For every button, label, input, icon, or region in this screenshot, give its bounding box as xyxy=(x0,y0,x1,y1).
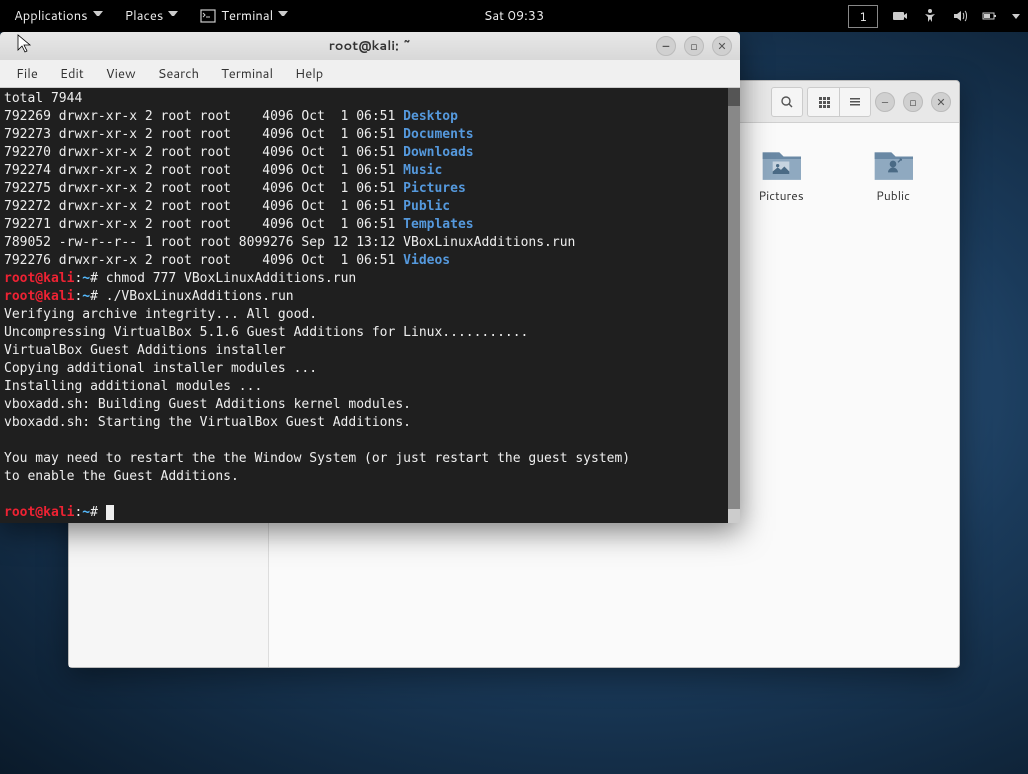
top-panel: Applications Places Terminal Sat 09:33 1 xyxy=(0,0,1028,32)
terminal-scrollbar[interactable] xyxy=(728,88,740,523)
terminal-window-controls: – ▫ ✕ xyxy=(656,36,732,56)
panel-left: Applications Places Terminal xyxy=(8,3,294,29)
applications-label: Applications xyxy=(14,7,88,25)
terminal-icon xyxy=(200,8,216,24)
view-menu-button[interactable] xyxy=(839,87,871,117)
places-menu[interactable]: Places xyxy=(119,3,185,29)
terminal-content[interactable]: total 7944 792269 drwxr-xr-x 2 root root… xyxy=(0,88,740,523)
camera-icon[interactable] xyxy=(892,8,908,24)
scrollbar-up[interactable] xyxy=(728,88,740,106)
folder-label: Public xyxy=(876,189,910,203)
terminal-taskbar-item[interactable]: Terminal xyxy=(194,3,294,29)
view-grid-button[interactable] xyxy=(807,87,839,117)
menu-help[interactable]: Help xyxy=(285,61,333,87)
clock[interactable]: Sat 09:33 xyxy=(484,7,545,25)
search-button[interactable] xyxy=(771,87,803,117)
terminal-title: root@kali: ~ xyxy=(329,37,411,55)
chevron-down-icon xyxy=(278,11,288,21)
applications-menu[interactable]: Applications xyxy=(8,3,109,29)
menu-search[interactable]: Search xyxy=(148,61,209,87)
chevron-down-icon[interactable] xyxy=(1012,14,1020,19)
panel-right: 1 xyxy=(848,5,1020,28)
terminal-titlebar[interactable]: root@kali: ~ – ▫ ✕ xyxy=(0,32,740,60)
chevron-down-icon xyxy=(93,11,103,21)
public-icon xyxy=(867,143,919,185)
menu-edit[interactable]: Edit xyxy=(50,61,94,87)
folder-item-public[interactable]: Public xyxy=(839,143,947,238)
workspace-indicator[interactable]: 1 xyxy=(848,5,878,28)
mouse-cursor-icon xyxy=(17,34,33,59)
terminal-cursor xyxy=(106,505,114,520)
menu-view[interactable]: View xyxy=(96,61,146,87)
view-group xyxy=(807,87,871,117)
terminal-label: Terminal xyxy=(221,7,273,25)
minimize-button[interactable]: – xyxy=(875,92,895,112)
close-button[interactable]: ✕ xyxy=(712,36,732,56)
files-window-controls: – ▫ ✕ xyxy=(875,92,951,112)
pictures-icon xyxy=(755,143,807,185)
accessibility-icon[interactable] xyxy=(922,8,938,24)
scrollbar-down[interactable] xyxy=(728,509,740,523)
places-label: Places xyxy=(125,7,164,25)
folder-item-pictures[interactable]: Pictures xyxy=(727,143,835,238)
chevron-down-icon xyxy=(168,11,178,21)
minimize-button[interactable]: – xyxy=(656,36,676,56)
terminal-window: root@kali: ~ – ▫ ✕ FileEditViewSearchTer… xyxy=(0,32,740,523)
maximize-button[interactable]: ▫ xyxy=(903,92,923,112)
menu-terminal[interactable]: Terminal xyxy=(211,61,283,87)
maximize-button[interactable]: ▫ xyxy=(684,36,704,56)
battery-icon[interactable] xyxy=(982,8,998,24)
volume-icon[interactable] xyxy=(952,8,968,24)
terminal-menubar: FileEditViewSearchTerminalHelp xyxy=(0,60,740,88)
folder-label: Pictures xyxy=(758,189,803,203)
close-button[interactable]: ✕ xyxy=(931,92,951,112)
menu-file[interactable]: File xyxy=(6,61,48,87)
